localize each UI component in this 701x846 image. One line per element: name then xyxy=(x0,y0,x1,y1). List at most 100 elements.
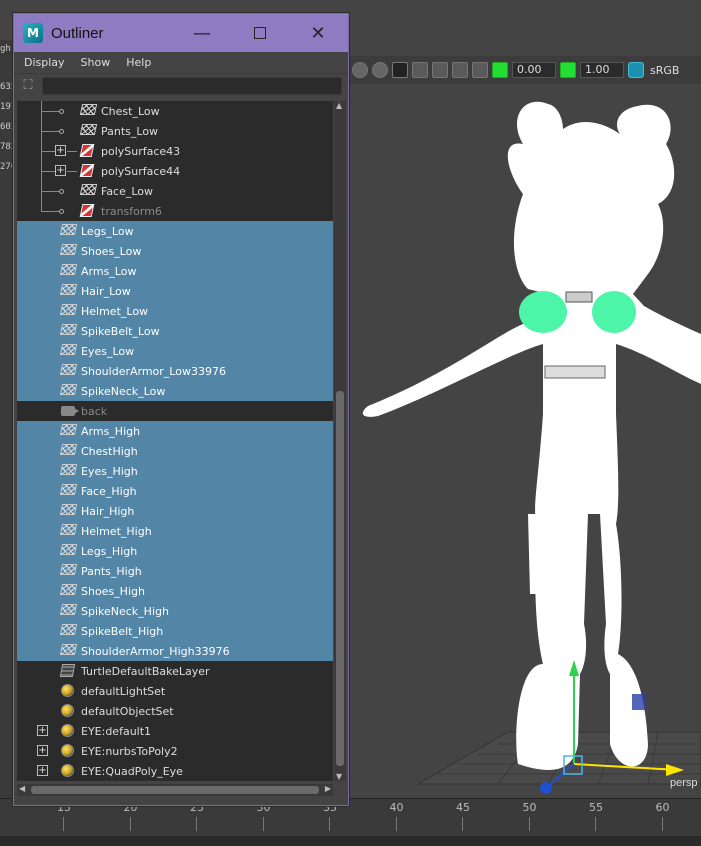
outliner-row[interactable]: SpikeBelt_Low xyxy=(17,321,333,341)
scene-view[interactable]: persp xyxy=(348,84,701,798)
outliner-row[interactable]: + polySurface44 xyxy=(17,161,333,181)
outliner-row[interactable]: back xyxy=(17,401,333,421)
exposure-icon[interactable] xyxy=(492,62,508,78)
outliner-row[interactable]: Legs_Low xyxy=(17,221,333,241)
row-label: defaultLightSet xyxy=(81,684,166,698)
shading-icon[interactable] xyxy=(352,62,368,78)
film-gate-icon[interactable] xyxy=(472,62,488,78)
mesh-icon xyxy=(79,104,98,115)
set-icon xyxy=(61,744,74,757)
mesh-icon xyxy=(59,584,78,595)
mesh-icon xyxy=(59,284,78,295)
gamma-field[interactable]: 1.00 xyxy=(580,62,624,78)
row-label: polySurface44 xyxy=(101,164,181,178)
outliner-row[interactable]: TurtleDefaultBakeLayer xyxy=(17,661,333,681)
filter-icon[interactable]: ⛶ xyxy=(20,78,36,94)
expand-icon[interactable]: + xyxy=(37,725,48,736)
row-label: Legs_Low xyxy=(81,224,134,238)
outliner-row[interactable]: Helmet_High xyxy=(17,521,333,541)
timeline-tick xyxy=(196,817,197,831)
outliner-row[interactable]: defaultObjectSet xyxy=(17,701,333,721)
vertical-scrollbar[interactable]: ▲ ▼ xyxy=(334,101,346,781)
scroll-right-icon[interactable]: ▶ xyxy=(325,784,331,793)
outliner-row[interactable]: Hair_High xyxy=(17,501,333,521)
scroll-up-icon[interactable]: ▲ xyxy=(336,101,342,110)
mesh-icon xyxy=(59,484,78,495)
mesh-icon xyxy=(59,464,78,475)
outliner-row[interactable]: Shoes_Low xyxy=(17,241,333,261)
outliner-row[interactable]: Hair_Low xyxy=(17,281,333,301)
row-label: ShoulderArmor_Low33976 xyxy=(81,364,226,378)
scroll-thumb[interactable] xyxy=(31,786,319,794)
outliner-row[interactable]: ShoulderArmor_High33976 xyxy=(17,641,333,661)
outliner-row[interactable]: Face_High xyxy=(17,481,333,501)
mesh-icon xyxy=(59,244,78,255)
resolution-gate-icon[interactable] xyxy=(452,62,468,78)
row-label: Pants_High xyxy=(81,564,142,578)
select-icon[interactable] xyxy=(412,62,428,78)
wireframe-icon[interactable] xyxy=(372,62,388,78)
title-bar[interactable]: M Outliner — ✕ xyxy=(14,14,348,52)
outliner-row[interactable]: Pants_Low xyxy=(17,121,333,141)
expand-icon[interactable]: + xyxy=(55,165,66,176)
mesh-icon xyxy=(59,604,78,615)
outliner-row[interactable]: + EYE:default1 xyxy=(17,721,333,741)
outliner-row[interactable]: Legs_High xyxy=(17,541,333,561)
outliner-row[interactable]: Chest_Low xyxy=(17,101,333,121)
color-management-icon[interactable] xyxy=(628,62,644,78)
row-label: ShoulderArmor_High33976 xyxy=(81,644,230,658)
outliner-tree[interactable]: Chest_Low Pants_Low + polySurface43 + polySur… xyxy=(17,101,333,781)
close-button[interactable]: ✕ xyxy=(295,14,341,52)
mesh-icon xyxy=(59,524,78,535)
set-icon xyxy=(61,704,74,717)
outliner-row[interactable]: Arms_High xyxy=(17,421,333,441)
horizontal-scrollbar[interactable]: ◀ ▶ xyxy=(17,784,333,796)
search-input[interactable] xyxy=(42,77,342,95)
tree-line xyxy=(41,131,61,132)
outliner-row[interactable]: + EYE:QuadPoly_Eye xyxy=(17,761,333,781)
menu-display[interactable]: Display xyxy=(24,56,65,69)
timeline-tick xyxy=(661,817,663,831)
outliner-row[interactable]: transform6 xyxy=(17,201,333,221)
colorspace-label[interactable]: sRGB xyxy=(650,64,679,77)
minimize-button[interactable]: — xyxy=(179,14,225,52)
outliner-row[interactable]: + EYE:nurbsToPoly2 xyxy=(17,741,333,761)
scroll-thumb[interactable] xyxy=(336,391,344,766)
outliner-row[interactable]: SpikeBelt_High xyxy=(17,621,333,641)
range-slider[interactable] xyxy=(0,836,701,846)
outliner-window: M Outliner — ✕ Display Show Help ⛶ Chest… xyxy=(13,13,349,806)
gamma-icon[interactable] xyxy=(560,62,576,78)
outliner-row[interactable]: Shoes_High xyxy=(17,581,333,601)
outliner-row[interactable]: Face_Low xyxy=(17,181,333,201)
outliner-row[interactable]: Pants_High xyxy=(17,561,333,581)
outliner-row[interactable]: + polySurface43 xyxy=(17,141,333,161)
outliner-row[interactable]: Eyes_Low xyxy=(17,341,333,361)
spike-neck xyxy=(565,291,593,303)
window-title: Outliner xyxy=(51,24,104,42)
exposure-field[interactable]: 0.00 xyxy=(512,62,556,78)
mesh-icon xyxy=(59,564,78,575)
expand-icon[interactable]: + xyxy=(55,145,66,156)
outliner-row[interactable]: SpikeNeck_High xyxy=(17,601,333,621)
outliner-row[interactable]: SpikeNeck_Low xyxy=(17,381,333,401)
menu-show[interactable]: Show xyxy=(81,56,111,69)
scroll-left-icon[interactable]: ◀ xyxy=(19,784,25,793)
maximize-button[interactable] xyxy=(237,14,283,52)
expand-icon[interactable]: + xyxy=(37,765,48,776)
scroll-down-icon[interactable]: ▼ xyxy=(336,772,342,781)
camera-gate-icon[interactable] xyxy=(432,62,448,78)
outliner-row[interactable]: ChestHigh xyxy=(17,441,333,461)
timeline-tick-label: 60 xyxy=(655,801,670,814)
outliner-row[interactable]: ShoulderArmor_Low33976 xyxy=(17,361,333,381)
row-label: Hair_High xyxy=(81,504,135,518)
outliner-row[interactable]: Helmet_Low xyxy=(17,301,333,321)
row-label: back xyxy=(81,404,108,418)
expand-icon[interactable]: + xyxy=(37,745,48,756)
transform-icon xyxy=(79,204,95,217)
menu-help[interactable]: Help xyxy=(126,56,151,69)
tree-line xyxy=(41,191,61,192)
outliner-row[interactable]: Eyes_High xyxy=(17,461,333,481)
outliner-row[interactable]: defaultLightSet xyxy=(17,681,333,701)
xray-icon[interactable] xyxy=(392,62,408,78)
outliner-row[interactable]: Arms_Low xyxy=(17,261,333,281)
